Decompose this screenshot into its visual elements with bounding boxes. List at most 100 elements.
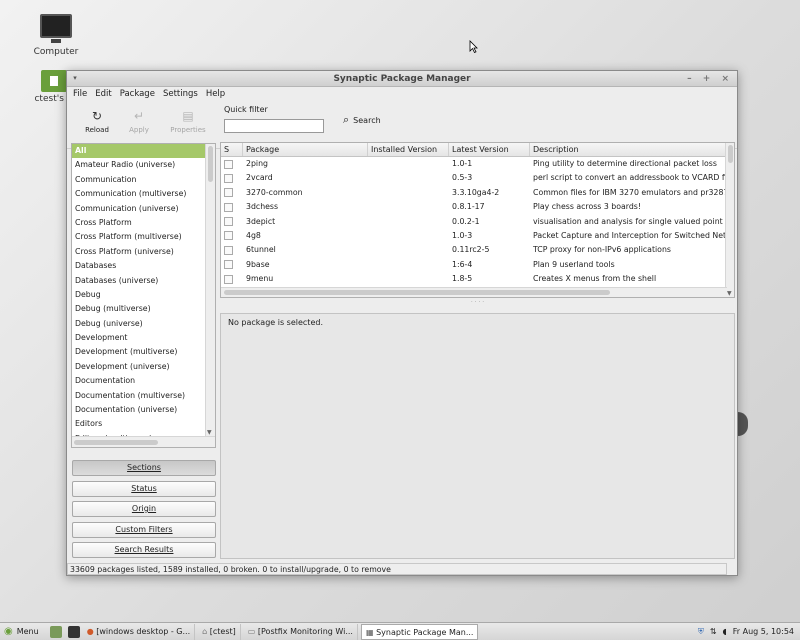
section-item[interactable]: All — [72, 144, 205, 159]
package-installed-version — [368, 243, 449, 257]
section-item[interactable]: Communication (universe) — [72, 202, 205, 216]
package-description: Creates X menus from the shell — [533, 274, 657, 284]
package-checkbox-box[interactable] — [224, 245, 233, 255]
package-checkbox-box[interactable] — [224, 274, 233, 284]
task-postfix[interactable]: ▭ [Postfix Monitoring Wi... — [244, 623, 358, 640]
show-desktop-icon[interactable] — [49, 625, 62, 638]
scrollbar-thumb[interactable] — [208, 146, 213, 182]
section-item[interactable]: Databases (universe) — [72, 274, 205, 288]
section-item[interactable]: Documentation — [72, 374, 205, 388]
package-checkbox-box[interactable] — [224, 231, 233, 241]
package-checkbox[interactable] — [221, 186, 243, 200]
section-item[interactable]: Development (multiverse) — [72, 345, 205, 359]
menu-package[interactable]: Package — [120, 87, 155, 101]
properties-button[interactable]: ▤ Properties — [168, 107, 208, 134]
origin-button[interactable]: Origin — [72, 501, 216, 517]
section-item[interactable]: Databases — [72, 259, 205, 273]
task-synaptic[interactable]: ▦ Synaptic Package Man... — [360, 623, 479, 640]
package-checkbox[interactable] — [221, 200, 243, 214]
column-header-package[interactable]: Package — [243, 143, 368, 156]
section-item[interactable]: Communication — [72, 173, 205, 187]
scrollbar-thumb[interactable] — [74, 440, 158, 445]
menu-edit[interactable]: Edit — [95, 87, 111, 101]
package-row[interactable]: 3dchess 0.8.1-17 Play chess across 3 board… — [221, 200, 734, 214]
window-titlebar[interactable]: ▾ Synaptic Package Manager – + × — [67, 71, 737, 87]
start-menu-button[interactable]: ◉ Menu — [0, 626, 47, 637]
package-checkbox[interactable] — [221, 258, 243, 272]
package-checkbox[interactable] — [221, 157, 243, 171]
task-windows-desktop[interactable]: ● [windows desktop - G... — [83, 623, 196, 640]
package-checkbox-box[interactable] — [224, 173, 233, 183]
update-shield-icon[interactable]: ⛨ — [698, 627, 704, 637]
package-row[interactable]: 3depict 0.0.2-1 visualisation and analysis… — [221, 215, 734, 229]
section-item[interactable]: Development — [72, 331, 205, 345]
package-row[interactable]: 2vcard 0.5-3 perl script to convert an add… — [221, 171, 734, 185]
apply-button[interactable]: ↵ Apply — [119, 107, 159, 134]
package-vertical-scrollbar[interactable]: ▼ — [725, 143, 734, 297]
section-item[interactable]: Debug — [72, 288, 205, 302]
section-item[interactable]: Development (universe) — [72, 360, 205, 374]
sections-horizontal-scrollbar[interactable] — [72, 436, 215, 447]
package-checkbox-box[interactable] — [224, 217, 233, 227]
desktop-icon-computer[interactable]: Computer — [26, 14, 86, 57]
package-latest-version: 1.0-1 — [452, 159, 473, 168]
package-checkbox-box[interactable] — [224, 159, 233, 169]
package-name: 3dchess — [246, 202, 279, 212]
section-item[interactable]: Debug (universe) — [72, 317, 205, 331]
volume-icon[interactable]: ◖ — [723, 627, 727, 636]
column-header-status[interactable]: S — [221, 143, 243, 156]
scroll-down-arrow-icon[interactable]: ▼ — [727, 290, 732, 297]
package-row[interactable]: 9base 1:6-4 Plan 9 userland tools — [221, 258, 734, 272]
menu-file[interactable]: File — [73, 87, 87, 101]
scroll-down-arrow-icon[interactable]: ▼ — [207, 429, 212, 436]
scrollbar-thumb[interactable] — [728, 145, 733, 163]
package-row[interactable]: 3270-common 3.3.10ga4-2 Common files for I… — [221, 186, 734, 200]
package-row[interactable]: 9menu 1.8-5 Creates X menus from the shell — [221, 272, 734, 286]
reload-button[interactable]: ↻ Reload — [77, 107, 117, 134]
section-item[interactable]: Debug (multiverse) — [72, 302, 205, 316]
package-checkbox[interactable] — [221, 171, 243, 185]
terminal-icon[interactable] — [67, 625, 80, 638]
section-item[interactable]: Cross Platform (multiverse) — [72, 230, 205, 244]
window-controls[interactable]: – + × — [687, 71, 733, 87]
status-button[interactable]: Status — [72, 480, 216, 497]
system-tray: ⛨ ⇅ ◖ Fr Aug 5, 10:54 — [698, 627, 800, 637]
menu-help[interactable]: Help — [206, 87, 225, 101]
package-horizontal-scrollbar[interactable] — [221, 287, 727, 297]
window-menu-icon[interactable]: ▾ — [71, 74, 79, 82]
pane-splitter[interactable]: · · · · — [220, 300, 735, 306]
package-row[interactable]: 2ping 1.0-1 Ping utility to determine dire… — [221, 157, 734, 171]
package-checkbox-box[interactable] — [224, 260, 233, 270]
package-checkbox[interactable] — [221, 243, 243, 257]
package-checkbox[interactable] — [221, 229, 243, 243]
column-header-installed[interactable]: Installed Version — [368, 143, 449, 156]
section-item[interactable]: Cross Platform — [72, 216, 205, 230]
network-icon[interactable]: ⇅ — [710, 627, 717, 636]
scrollbar-thumb[interactable] — [224, 290, 610, 295]
section-item[interactable]: Documentation (multiverse) — [72, 389, 205, 403]
package-checkbox[interactable] — [221, 272, 243, 286]
section-item[interactable]: Editors — [72, 417, 205, 431]
menu-settings[interactable]: Settings — [163, 87, 198, 101]
section-item[interactable]: Amateur Radio (universe) — [72, 158, 205, 172]
package-row[interactable]: 6tunnel 0.11rc2-5 TCP proxy for non-IPv6 a… — [221, 243, 734, 257]
sections-button[interactable]: Sections — [72, 460, 216, 476]
section-item[interactable]: Communication (multiverse) — [72, 187, 205, 201]
package-row[interactable]: 4g8 1.0-3 Packet Capture and Interception … — [221, 229, 734, 243]
custom-filters-button[interactable]: Custom Filters — [72, 521, 216, 538]
package-checkbox[interactable] — [221, 215, 243, 229]
sections-vertical-scrollbar[interactable]: ▼ — [205, 144, 215, 436]
search-results-button[interactable]: Search Results — [72, 542, 216, 558]
package-name: 9base — [246, 259, 270, 269]
section-item[interactable]: Cross Platform (universe) — [72, 245, 205, 259]
column-header-description[interactable]: Description — [530, 143, 726, 156]
clock[interactable]: Fr Aug 5, 10:54 — [733, 627, 794, 636]
column-header-latest[interactable]: Latest Version — [449, 143, 530, 156]
quick-filter-input[interactable] — [224, 119, 324, 133]
package-checkbox-box[interactable] — [224, 202, 233, 212]
task-ctest[interactable]: ⌂ [ctest] — [198, 623, 241, 640]
section-item[interactable]: Documentation (universe) — [72, 403, 205, 417]
package-description: Packet Capture and Interception for Swit… — [533, 230, 726, 240]
search-button[interactable]: ⌕ Search — [343, 113, 381, 127]
package-checkbox-box[interactable] — [224, 188, 233, 198]
